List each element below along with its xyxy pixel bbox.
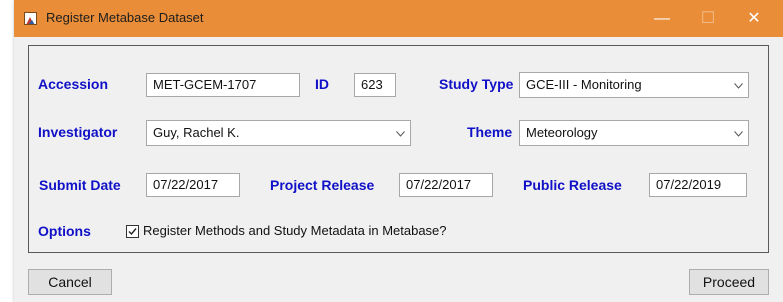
id-field[interactable]: 623 (354, 73, 396, 97)
register-metadata-label[interactable]: Register Methods and Study Metadata in M… (143, 223, 447, 238)
project-release-field[interactable]: 07/22/2017 (399, 173, 493, 197)
public-release-label: Public Release (523, 177, 622, 193)
minimize-button[interactable]: — (639, 0, 685, 37)
submit-date-label: Submit Date (39, 177, 121, 193)
register-metadata-checkbox[interactable] (126, 225, 139, 238)
investigator-label: Investigator (38, 124, 118, 140)
form-panel: Accession MET-GCEM-1707 ID 623 Study Typ… (28, 45, 769, 253)
app-icon (24, 12, 37, 25)
maximize-icon: ☐ (700, 10, 716, 27)
study-type-select[interactable]: GCE-III - Monitoring (519, 72, 749, 98)
investigator-select[interactable]: Guy, Rachel K. (146, 120, 411, 146)
close-icon: ✕ (747, 10, 761, 27)
theme-select[interactable]: Meteorology (519, 120, 749, 146)
id-label: ID (315, 76, 329, 92)
chevron-down-icon[interactable] (390, 121, 410, 145)
theme-value: Meteorology (526, 125, 598, 140)
checkmark-icon (128, 228, 137, 236)
accession-field[interactable]: MET-GCEM-1707 (146, 73, 300, 97)
proceed-button[interactable]: Proceed (689, 269, 769, 295)
accession-label: Accession (38, 76, 109, 92)
study-type-label: Study Type (439, 76, 514, 92)
window-title: Register Metabase Dataset (46, 10, 204, 25)
title-bar[interactable]: Register Metabase Dataset — ☐ ✕ (14, 0, 783, 37)
minimize-icon: — (654, 10, 670, 27)
maximize-button: ☐ (685, 0, 731, 37)
close-button[interactable]: ✕ (731, 0, 777, 37)
options-label: Options (38, 223, 91, 239)
investigator-value: Guy, Rachel K. (153, 125, 240, 140)
cancel-button[interactable]: Cancel (28, 269, 112, 295)
project-release-label: Project Release (270, 177, 375, 193)
submit-date-field[interactable]: 07/22/2017 (146, 173, 240, 197)
chevron-down-icon[interactable] (728, 121, 748, 145)
theme-label: Theme (467, 124, 513, 140)
public-release-field[interactable]: 07/22/2019 (649, 173, 747, 197)
chevron-down-icon[interactable] (728, 73, 748, 97)
dialog-window: Register Metabase Dataset — ☐ ✕ Accessio… (14, 0, 783, 302)
study-type-value: GCE-III - Monitoring (526, 77, 642, 92)
